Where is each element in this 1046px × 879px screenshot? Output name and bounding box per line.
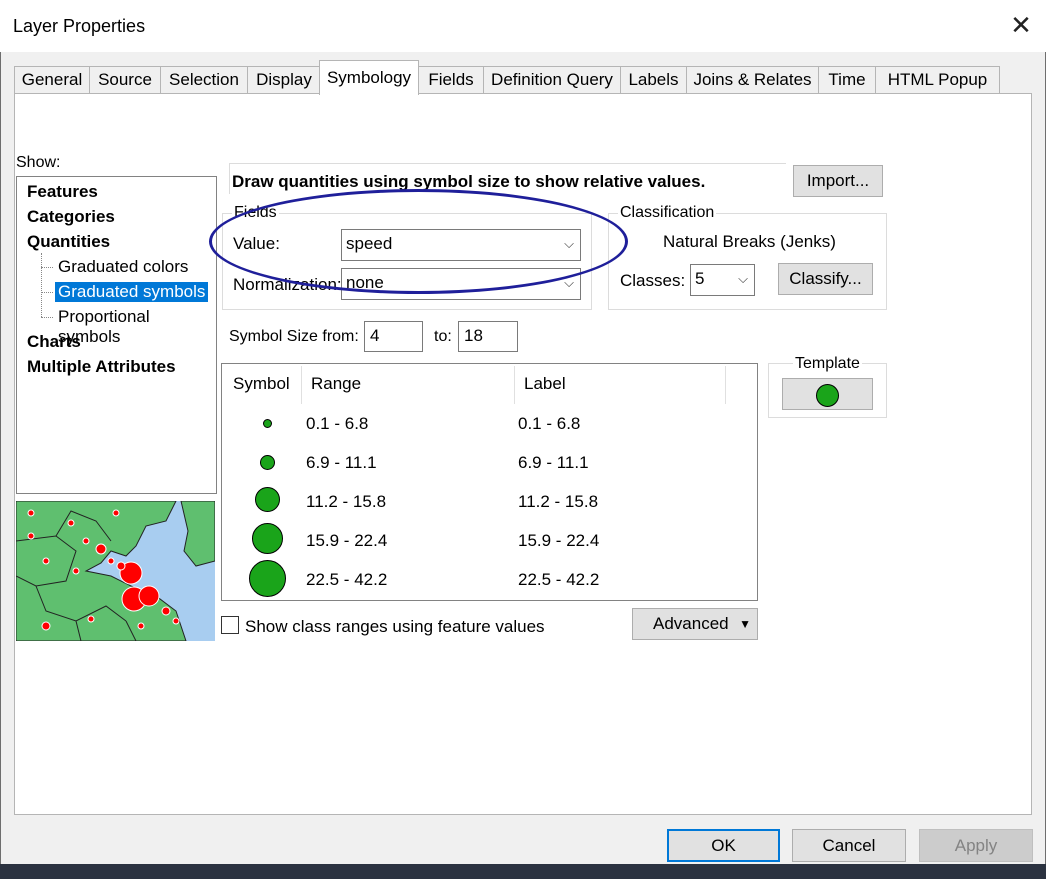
tab-time[interactable]: Time: [818, 66, 876, 93]
tab-html-popup[interactable]: HTML Popup: [875, 66, 1000, 93]
label-cell[interactable]: 15.9 - 22.4: [518, 531, 599, 551]
classify-button[interactable]: Classify...: [778, 263, 873, 295]
symbol-class-table: Symbol Range Label 0.1 - 6.8 0.1 - 6.8 6…: [221, 363, 758, 601]
show-item-graduated-colors[interactable]: Graduated colors: [55, 257, 191, 277]
fields-group-label: Fields: [232, 204, 279, 222]
background-strip: [0, 864, 1046, 879]
value-field-dropdown[interactable]: speed ⌵: [341, 229, 581, 261]
show-class-ranges-checkbox[interactable]: [221, 616, 239, 634]
symbol-swatch[interactable]: [252, 523, 283, 554]
symbol-size-to-label: to:: [434, 328, 452, 345]
value-label: Value:: [233, 234, 280, 253]
value-field-selected: speed: [346, 234, 393, 253]
classification-group-label: Classification: [618, 204, 717, 222]
show-item-quantities[interactable]: Quantities: [27, 232, 110, 252]
show-class-ranges-label: Show class ranges using feature values: [245, 617, 545, 636]
tab-selection[interactable]: Selection: [160, 66, 248, 93]
window-title: Layer Properties: [13, 16, 146, 36]
template-symbol-button[interactable]: [782, 378, 873, 410]
normalization-dropdown[interactable]: none ⌵: [341, 268, 581, 300]
tab-display[interactable]: Display: [247, 66, 321, 93]
column-divider: [725, 366, 726, 404]
show-label: Show:: [16, 154, 61, 171]
range-cell[interactable]: 22.5 - 42.2: [306, 570, 387, 590]
tab-general[interactable]: General: [14, 66, 90, 93]
renderer-description: Draw quantities using symbol size to sho…: [232, 172, 706, 191]
column-divider: [514, 366, 515, 404]
classes-dropdown[interactable]: 5 ⌵: [690, 264, 755, 296]
label-cell[interactable]: 11.2 - 15.8: [518, 492, 598, 512]
symbol-swatch[interactable]: [263, 419, 272, 428]
title-bar: Layer Properties ✕: [0, 0, 1046, 52]
show-list: Features Categories Quantities Graduated…: [16, 176, 217, 494]
show-item-features[interactable]: Features: [27, 182, 98, 202]
tab-joins-relates[interactable]: Joins & Relates: [686, 66, 819, 93]
range-cell[interactable]: 15.9 - 22.4: [306, 531, 387, 551]
tab-labels[interactable]: Labels: [620, 66, 687, 93]
symbol-size-to-input[interactable]: 18: [458, 321, 518, 352]
template-symbol-swatch: [816, 384, 839, 407]
range-cell[interactable]: 0.1 - 6.8: [306, 414, 368, 434]
show-item-graduated-symbols[interactable]: Graduated symbols: [55, 282, 209, 302]
show-item-multiple-attributes[interactable]: Multiple Attributes: [27, 357, 176, 377]
cancel-button[interactable]: Cancel: [792, 829, 906, 862]
tree-connector: [41, 317, 53, 318]
column-header-range[interactable]: Range: [311, 374, 361, 394]
tab-fields[interactable]: Fields: [418, 66, 484, 93]
chevron-down-icon: ⌵: [564, 236, 574, 251]
symbol-swatch[interactable]: [249, 560, 286, 597]
tree-connector: [41, 292, 53, 293]
tab-definition-query[interactable]: Definition Query: [483, 66, 621, 93]
show-item-charts[interactable]: Charts: [27, 332, 81, 352]
dropdown-arrow-icon: ▼: [739, 617, 751, 631]
tab-source[interactable]: Source: [89, 66, 161, 93]
apply-button[interactable]: Apply: [919, 829, 1033, 862]
classes-label: Classes:: [620, 271, 686, 290]
symbol-size-from-input[interactable]: 4: [364, 321, 423, 352]
chevron-down-icon: ⌵: [738, 271, 748, 286]
ok-button[interactable]: OK: [667, 829, 780, 862]
range-cell[interactable]: 11.2 - 15.8: [306, 492, 386, 512]
symbol-swatch[interactable]: [255, 487, 280, 512]
close-icon[interactable]: ✕: [1004, 6, 1038, 44]
normalization-label: Normalization:: [233, 275, 342, 294]
tab-symbology[interactable]: Symbology: [319, 60, 419, 95]
advanced-label: Advanced: [653, 614, 729, 633]
column-header-label[interactable]: Label: [524, 374, 566, 394]
column-header-symbol[interactable]: Symbol: [233, 374, 290, 394]
import-button[interactable]: Import...: [793, 165, 883, 197]
label-cell[interactable]: 6.9 - 11.1: [518, 453, 589, 473]
show-item-categories[interactable]: Categories: [27, 207, 115, 227]
template-label: Template: [793, 355, 862, 373]
classification-method: Natural Breaks (Jenks): [663, 232, 836, 251]
symbol-size-from-label: Symbol Size from:: [229, 328, 359, 345]
advanced-button[interactable]: Advanced ▼: [632, 608, 758, 640]
label-cell[interactable]: 0.1 - 6.8: [518, 414, 580, 434]
chevron-down-icon: ⌵: [564, 275, 574, 290]
tree-connector: [41, 253, 42, 317]
tree-connector: [41, 267, 53, 268]
symbol-swatch[interactable]: [260, 455, 275, 470]
classes-selected: 5: [695, 269, 705, 288]
map-preview: [16, 501, 215, 641]
label-cell[interactable]: 22.5 - 42.2: [518, 570, 599, 590]
column-divider: [301, 366, 302, 404]
normalization-selected: none: [346, 273, 384, 292]
range-cell[interactable]: 6.9 - 11.1: [306, 453, 377, 473]
